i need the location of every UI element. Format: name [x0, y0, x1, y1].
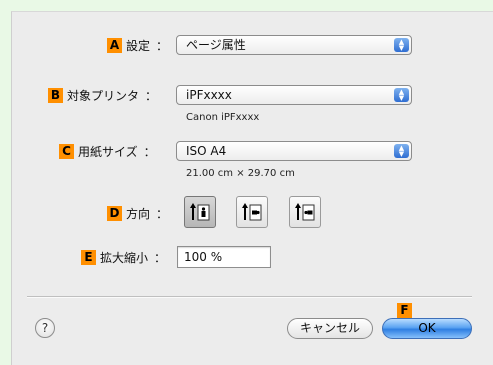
- orientation-label-row: D 方向 ：: [107, 205, 168, 222]
- badge-b: B: [48, 88, 63, 103]
- help-button[interactable]: ?: [35, 318, 55, 338]
- badge-a: A: [107, 38, 122, 53]
- orientation-label: 方向: [126, 207, 151, 221]
- paper-size-value: ISO A4: [186, 144, 227, 158]
- scale-colon: ：: [154, 251, 167, 265]
- badge-e: E: [81, 250, 96, 265]
- paper-size-label: 用紙サイズ: [78, 145, 138, 159]
- popup-arrows-icon: ▲ ▼: [394, 88, 409, 102]
- divider: [27, 296, 472, 298]
- orientation-portrait-button[interactable]: [184, 196, 216, 228]
- badge-c: C: [59, 144, 74, 159]
- popup-arrows-icon: ▲ ▼: [394, 38, 409, 52]
- paper-size-label-row: C 用紙サイズ ：: [59, 143, 156, 160]
- landscape-right-icon: [295, 203, 315, 221]
- cancel-button[interactable]: キャンセル: [287, 318, 373, 339]
- paper-size-dimensions: 21.00 cm × 29.70 cm: [186, 168, 295, 179]
- ok-button[interactable]: OK: [382, 318, 472, 339]
- settings-value: ページ属性: [186, 38, 246, 52]
- orientation-landscape-right-button[interactable]: [289, 196, 321, 228]
- page-setup-dialog: [11, 11, 493, 365]
- printer-label: 対象プリンタ: [67, 89, 140, 103]
- printer-value: iPFxxxx: [186, 88, 232, 102]
- paper-size-colon: ：: [143, 145, 156, 159]
- scale-label: 拡大縮小: [100, 251, 149, 265]
- settings-label: 設定: [126, 39, 151, 53]
- settings-colon: ：: [156, 39, 169, 53]
- printer-popup[interactable]: iPFxxxx ▲ ▼: [176, 85, 412, 105]
- printer-label-row: B 対象プリンタ ：: [48, 87, 157, 104]
- landscape-left-icon: [242, 203, 262, 221]
- paper-size-popup[interactable]: ISO A4 ▲ ▼: [176, 141, 412, 161]
- badge-d: D: [107, 206, 122, 221]
- printer-subtitle: Canon iPFxxxx: [186, 112, 260, 123]
- badge-f: F: [397, 303, 412, 318]
- orientation-colon: ：: [156, 207, 169, 221]
- scale-label-row: E 拡大縮小 ：: [81, 249, 166, 266]
- scale-input[interactable]: 100 %: [177, 246, 271, 268]
- orientation-landscape-left-button[interactable]: [236, 196, 268, 228]
- portrait-icon: [190, 203, 210, 221]
- printer-colon: ：: [145, 89, 158, 103]
- settings-popup[interactable]: ページ属性 ▲ ▼: [176, 35, 412, 55]
- popup-arrows-icon: ▲ ▼: [394, 144, 409, 158]
- settings-label-row: A 設定 ：: [107, 37, 168, 54]
